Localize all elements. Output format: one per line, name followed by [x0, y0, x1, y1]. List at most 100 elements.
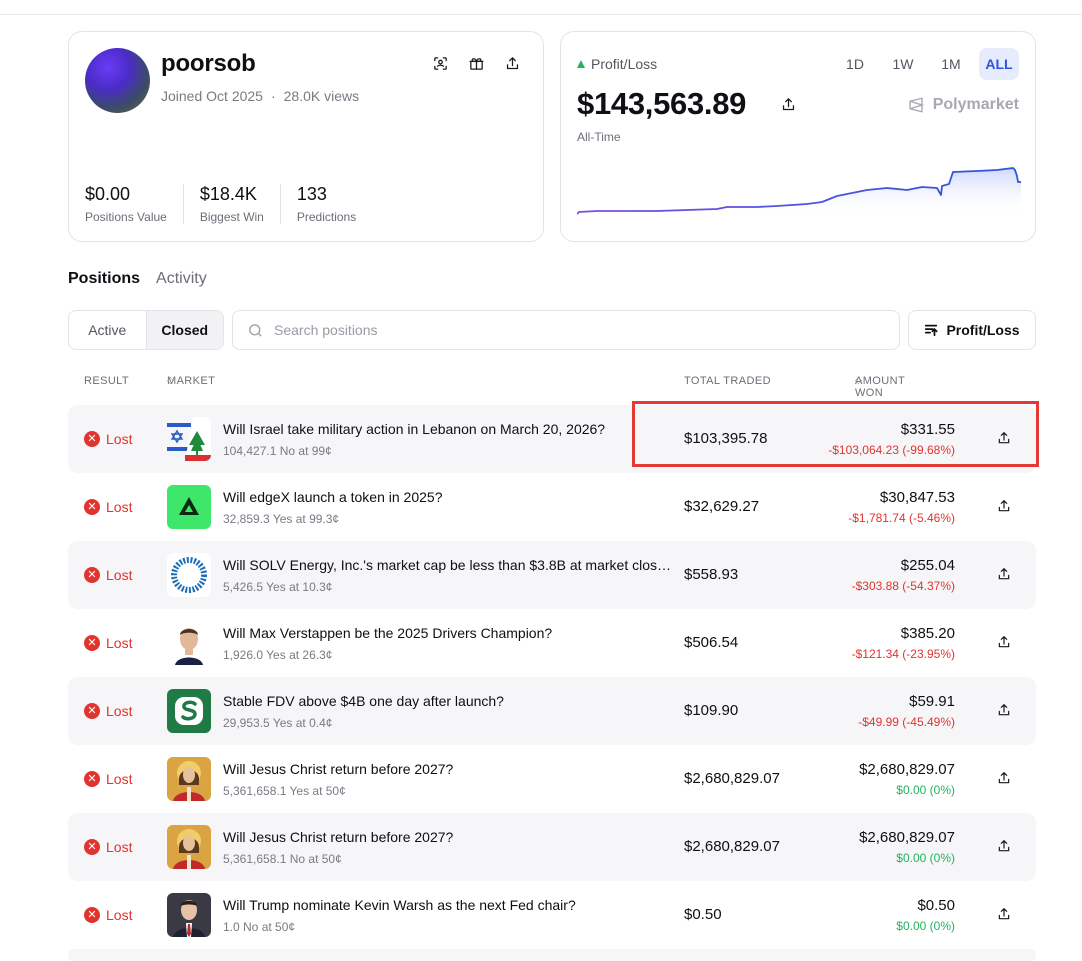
stat-value: $18.4K	[199, 184, 257, 204]
share-icon[interactable]	[996, 566, 1012, 587]
search-icon	[249, 323, 262, 337]
positions-list: ✕ Lost Will Israel take military action i…	[68, 405, 1036, 961]
position-detail: 5,361,658.1 Yes at 50¢	[223, 784, 346, 798]
stat-predictions: 133 Predictions	[297, 184, 372, 224]
filter-active-button[interactable]: Active	[69, 311, 146, 349]
table-row[interactable]: ✕ Lost Will edgeX launch a token in 2025?…	[68, 473, 1036, 541]
amount-won: $59.91	[909, 693, 955, 710]
market-title[interactable]: Will Jesus Christ return before 2027?	[223, 829, 453, 845]
avatar[interactable]	[85, 48, 150, 113]
share-icon[interactable]	[996, 634, 1012, 655]
header-result: RESULT	[84, 375, 129, 387]
table-row-partial	[68, 949, 1036, 961]
polymarket-logo-icon	[909, 97, 924, 113]
range-tab-all[interactable]: ALL	[979, 48, 1019, 80]
market-title[interactable]: Will Jesus Christ return before 2027?	[223, 761, 453, 777]
market-thumbnail	[167, 485, 211, 529]
table-row[interactable]: ✕ Lost Will Trump nominate Kevin Warsh as…	[68, 881, 1036, 949]
x-circle-icon: ✕	[84, 839, 100, 855]
market-thumbnail	[167, 417, 211, 461]
market-thumbnail	[167, 553, 211, 597]
profile-meta: Joined Oct 2025 · 28.0K views	[161, 88, 359, 104]
market-title[interactable]: Will SOLV Energy, Inc.'s market cap be l…	[223, 557, 678, 573]
share-icon[interactable]	[996, 770, 1012, 791]
table-row[interactable]: ✕ Lost Stable FDV above $4B one day after…	[68, 677, 1036, 745]
sort-toggle-icon: ◇	[167, 375, 175, 385]
table-row[interactable]: ✕ Lost Will Jesus Christ return before 20…	[68, 813, 1036, 881]
total-traded: $0.50	[684, 906, 722, 923]
gift-icon[interactable]	[467, 54, 485, 72]
search-input[interactable]	[274, 322, 874, 338]
stat-label: Predictions	[296, 210, 357, 224]
polymarket-brand: Polymarket	[907, 96, 1019, 114]
market-title[interactable]: Will edgeX launch a token in 2025?	[223, 489, 442, 505]
pnl-delta: -$103,064.23 (-99.68%)	[828, 443, 955, 457]
pnl-value: $143,563.89	[577, 86, 747, 121]
amount-won: $30,847.53	[879, 489, 955, 506]
tab-positions[interactable]: Positions	[68, 270, 140, 288]
market-thumbnail	[167, 757, 211, 801]
amount-won: $0.50	[917, 897, 955, 914]
profile-actions	[431, 54, 521, 72]
scan-icon[interactable]	[431, 54, 449, 72]
result-label: Lost	[106, 635, 133, 651]
market-title[interactable]: Will Max Verstappen be the 2025 Drivers …	[223, 625, 552, 641]
market-thumbnail	[167, 689, 211, 733]
range-tab-1d[interactable]: 1D	[835, 48, 875, 80]
view-count: 28.0K views	[283, 88, 360, 104]
market-thumbnail	[167, 893, 211, 937]
israel-lebanon-flag-icon	[167, 417, 211, 461]
jesus-painting-icon	[167, 825, 211, 869]
market-title[interactable]: Stable FDV above $4B one day after launc…	[223, 693, 504, 709]
pnl-delta: $0.00 (0%)	[896, 783, 955, 797]
sort-profit-loss-button[interactable]: Profit/Loss	[908, 310, 1036, 350]
share-icon[interactable]	[996, 430, 1012, 451]
amount-won: $2,680,829.07	[859, 829, 955, 846]
stat-value: $0.00	[85, 184, 131, 204]
pnl-period: All-Time	[577, 130, 621, 144]
header-total-traded: TOTAL TRADED	[684, 375, 771, 387]
table-row[interactable]: ✕ Lost Will Jesus Christ return before 20…	[68, 745, 1036, 813]
share-icon[interactable]	[779, 95, 797, 113]
table-row[interactable]: ✕ Lost Will SOLV Energy, Inc.'s market ca…	[68, 541, 1036, 609]
share-icon[interactable]	[996, 906, 1012, 927]
table-row[interactable]: ✕ Lost Will Max Verstappen be the 2025 Dr…	[68, 609, 1036, 677]
result-label: Lost	[106, 771, 133, 787]
top-divider	[0, 14, 1082, 15]
stat-biggest-win: $18.4K Biggest Win	[200, 184, 281, 224]
position-detail: 104,427.1 No at 99¢	[223, 444, 332, 458]
market-title[interactable]: Will Israel take military action in Leba…	[223, 421, 605, 437]
profile-card: poorsob Joined Oct 2025 · 28.0K views $0.0…	[68, 31, 544, 242]
share-icon[interactable]	[503, 54, 521, 72]
table-row[interactable]: ✕ Lost Will Israel take military action i…	[68, 405, 1036, 473]
total-traded: $103,395.78	[684, 430, 768, 447]
table-header: RESULT MARKET ◇ TOTAL TRADED AMOUNT WON ◇	[0, 375, 1082, 399]
total-traded: $32,629.27	[684, 498, 760, 515]
position-detail: 5,361,658.1 No at 50¢	[223, 852, 342, 866]
main-tabs: Positions Activity	[68, 270, 207, 288]
pnl-label-text: Profit/Loss	[591, 56, 658, 72]
result-label: Lost	[106, 431, 133, 447]
range-tabs: 1D 1W 1M ALL	[835, 48, 1019, 80]
stat-label: Biggest Win	[199, 210, 264, 224]
result-label: Lost	[106, 907, 133, 923]
market-thumbnail	[167, 825, 211, 869]
position-detail: 1.0 No at 50¢	[223, 920, 296, 934]
result-badge: ✕ Lost	[84, 567, 132, 583]
pnl-delta: $0.00 (0%)	[896, 919, 955, 933]
x-circle-icon: ✕	[84, 567, 100, 583]
range-tab-1m[interactable]: 1M	[931, 48, 971, 80]
range-tab-1w[interactable]: 1W	[883, 48, 923, 80]
share-icon[interactable]	[996, 702, 1012, 723]
market-title[interactable]: Will Trump nominate Kevin Warsh as the n…	[223, 897, 576, 913]
pnl-delta: $0.00 (0%)	[896, 851, 955, 865]
share-icon[interactable]	[996, 498, 1012, 519]
result-badge: ✕ Lost	[84, 635, 132, 651]
share-icon[interactable]	[996, 838, 1012, 859]
filter-closed-button[interactable]: Closed	[145, 311, 223, 349]
tab-activity[interactable]: Activity	[156, 270, 207, 288]
brand-name: Polymarket	[932, 96, 1019, 113]
pnl-delta: -$49.99 (-45.49%)	[858, 715, 955, 729]
result-label: Lost	[106, 567, 133, 583]
amount-won: $255.04	[900, 557, 955, 574]
